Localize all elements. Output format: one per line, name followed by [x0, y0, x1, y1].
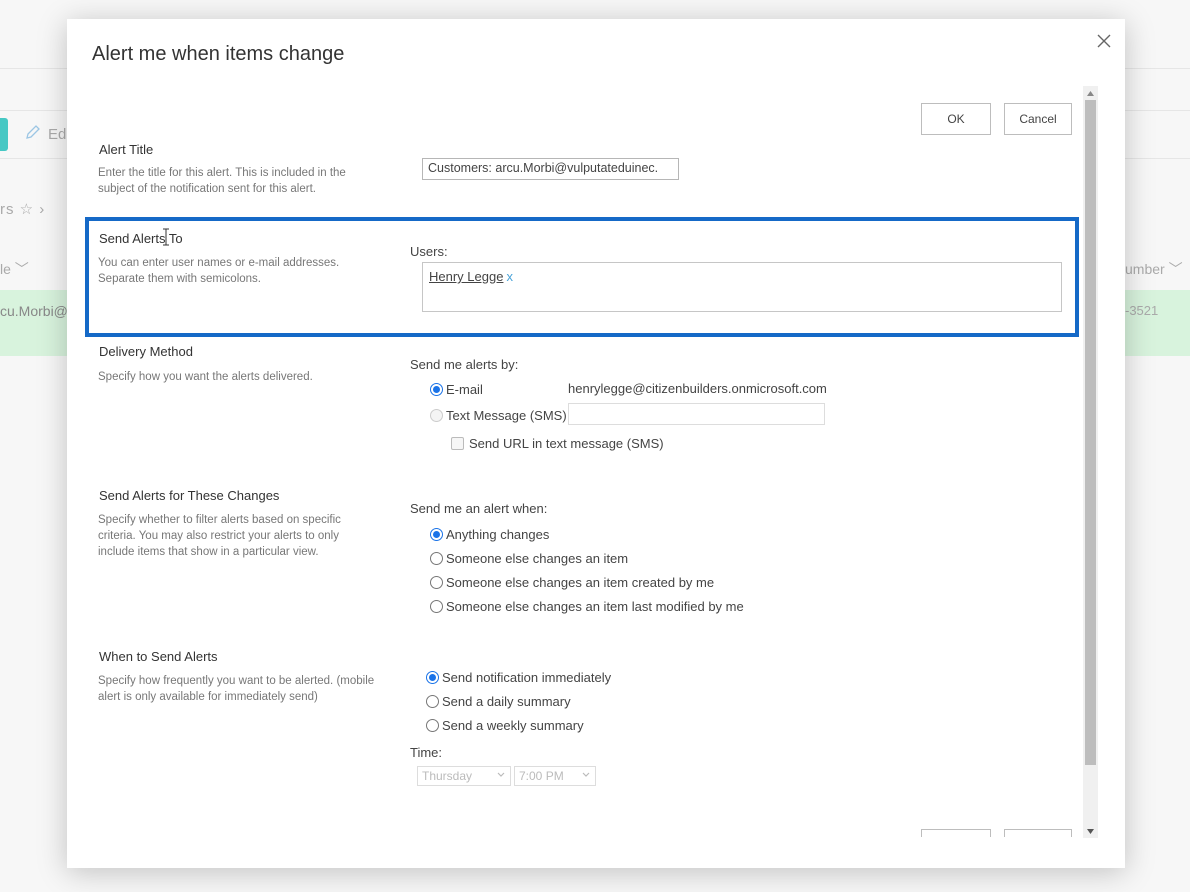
alert-dialog: Alert me when items change OK Cancel Ale… — [67, 19, 1125, 868]
radio-modified-by-me[interactable]: Someone else changes an item last modifi… — [430, 599, 744, 614]
radio-label: Send notification immediately — [442, 670, 612, 685]
column-header-label: umber — [1125, 261, 1165, 277]
arrow-up-icon — [1087, 90, 1094, 96]
scroll-up-button[interactable] — [1083, 86, 1098, 100]
scrollbar[interactable] — [1083, 86, 1098, 838]
cancel-button[interactable]: Cancel — [1004, 103, 1072, 135]
send-to-description: You can enter user names or e-mail addre… — [98, 257, 340, 285]
day-select[interactable]: Thursday — [417, 766, 511, 786]
changes-field-label: Send me an alert when: — [410, 501, 548, 516]
breadcrumb-text: rs — [0, 201, 15, 218]
radio-created-by-me[interactable]: Someone else changes an item created by … — [430, 575, 714, 590]
column-header-right[interactable]: umber ﹀ — [1125, 259, 1183, 279]
checkbox-label: Send URL in text message (SMS) — [469, 436, 664, 451]
chevron-down-icon: ﹀ — [14, 261, 29, 277]
dialog-content: OK Cancel Alert Title Enter the title fo… — [67, 19, 1082, 868]
time-select-value: 7:00 PM — [519, 769, 564, 783]
arrow-down-icon — [1087, 828, 1094, 834]
radio-label: Send a daily summary — [442, 694, 571, 709]
sms-input[interactable] — [568, 403, 825, 425]
time-label: Time: — [410, 745, 443, 760]
send-url-checkbox-row[interactable]: Send URL in text message (SMS) — [451, 436, 664, 451]
remove-user-icon[interactable]: x — [506, 269, 513, 284]
chevron-down-icon: ﹀ — [1168, 261, 1183, 277]
radio-sms[interactable]: Text Message (SMS) — [430, 408, 567, 423]
chevron-right-icon: › — [39, 201, 46, 218]
email-address: henrylegge@citizenbuilders.onmicrosoft.c… — [568, 381, 827, 396]
radio-anything-changes[interactable]: Anything changes — [430, 527, 549, 542]
radio-label: Anything changes — [446, 527, 550, 542]
cancel-button-bottom[interactable] — [1004, 829, 1072, 837]
scroll-thumb[interactable] — [1085, 100, 1096, 765]
breadcrumb-fragment: rs ☆ › — [0, 200, 45, 218]
radio-daily[interactable]: Send a daily summary — [426, 694, 571, 709]
users-input[interactable]: Henry Legge x — [422, 262, 1062, 312]
chevron-down-icon — [582, 772, 590, 777]
text-cursor-icon — [163, 228, 169, 246]
radio-button[interactable] — [430, 528, 443, 541]
when-description: Specify how frequently you want to be al… — [98, 675, 375, 703]
radio-button[interactable] — [426, 719, 439, 732]
day-select-value: Thursday — [422, 769, 473, 783]
row-cell: cu.Morbi@ — [0, 303, 68, 319]
changes-description: Specify whether to filter alerts based o… — [98, 514, 341, 558]
radio-email[interactable]: E-mail — [430, 382, 483, 397]
column-header-label: le — [0, 261, 11, 277]
scroll-down-button[interactable] — [1083, 824, 1098, 838]
users-label: Users: — [410, 244, 448, 259]
ok-button[interactable]: OK — [921, 103, 991, 135]
radio-button[interactable] — [426, 695, 439, 708]
alert-title-input[interactable]: Customers: arcu.Morbi@vulputateduinec. — [422, 158, 679, 180]
radio-someone-else-changes[interactable]: Someone else changes an item — [430, 551, 628, 566]
alert-title-heading: Alert Title — [99, 142, 154, 157]
radio-button[interactable] — [430, 600, 443, 613]
pencil-icon — [26, 125, 40, 139]
send-url-checkbox[interactable] — [451, 437, 464, 450]
ok-button-bottom[interactable] — [921, 829, 991, 837]
radio-label: Text Message (SMS) — [446, 408, 567, 423]
close-icon — [1097, 34, 1111, 48]
row-cell: -3521 — [1125, 303, 1159, 318]
radio-label: Someone else changes an item created by … — [446, 575, 715, 590]
when-heading: When to Send Alerts — [99, 649, 218, 664]
radio-weekly[interactable]: Send a weekly summary — [426, 718, 584, 733]
radio-label: Someone else changes an item last modifi… — [446, 599, 744, 614]
chevron-down-icon — [497, 772, 505, 777]
column-header-left[interactable]: le ﹀ — [0, 259, 29, 279]
delivery-field-label: Send me alerts by: — [410, 357, 519, 372]
delivery-heading: Delivery Method — [99, 344, 193, 359]
alert-title-description: Enter the title for this alert. This is … — [98, 167, 346, 195]
user-chip[interactable]: Henry Legge — [429, 269, 503, 284]
star-icon[interactable]: ☆ — [20, 201, 34, 218]
time-select[interactable]: 7:00 PM — [514, 766, 596, 786]
send-to-heading: Send Alerts To — [99, 231, 183, 246]
radio-button[interactable] — [430, 383, 443, 396]
radio-immediately[interactable]: Send notification immediately — [426, 670, 611, 685]
close-button[interactable] — [1094, 31, 1114, 51]
radio-label: E-mail — [446, 382, 483, 397]
radio-button[interactable] — [430, 552, 443, 565]
radio-label: Someone else changes an item — [446, 551, 629, 566]
radio-button[interactable] — [430, 576, 443, 589]
changes-heading: Send Alerts for These Changes — [99, 488, 280, 503]
new-button[interactable] — [0, 118, 8, 151]
radio-button[interactable] — [430, 409, 443, 422]
radio-button[interactable] — [426, 671, 439, 684]
delivery-description: Specify how you want the alerts delivere… — [98, 371, 313, 383]
radio-label: Send a weekly summary — [442, 718, 584, 733]
